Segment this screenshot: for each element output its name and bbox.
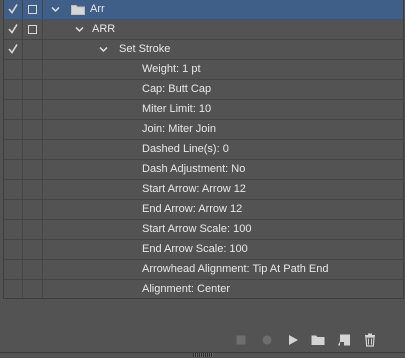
record-icon[interactable]: [260, 333, 274, 347]
action-label: Start Arrow: Arrow 12: [142, 183, 246, 195]
action-row[interactable]: Dashed Line(s): 0: [4, 140, 403, 160]
action-row[interactable]: Alignment: Center: [4, 280, 403, 298]
action-label: ARR: [92, 23, 116, 35]
toggle-item-cell[interactable]: [4, 200, 23, 219]
dialog-toggle-cell[interactable]: [23, 160, 43, 179]
action-label: Start Arrow Scale: 100: [142, 223, 252, 235]
action-label: Alignment: Center: [142, 283, 231, 295]
dialog-toggle-cell[interactable]: [23, 180, 43, 199]
dialog-toggle-cell[interactable]: [23, 40, 43, 59]
dialog-toggle-cell[interactable]: [23, 20, 43, 39]
action-row[interactable]: Dash Adjustment: No: [4, 160, 403, 180]
dialog-toggle-cell[interactable]: [23, 60, 43, 79]
folder-icon: [71, 5, 85, 15]
toggle-item-cell[interactable]: [4, 140, 23, 159]
action-row[interactable]: Arrowhead Alignment: Tip At Path End: [4, 260, 403, 280]
action-label: Dash Adjustment: No: [142, 163, 246, 175]
chevron-down-icon[interactable]: [51, 5, 60, 14]
action-label: Cap: Butt Cap: [142, 83, 212, 95]
checkmark-icon: [8, 44, 18, 54]
chevron-down-icon[interactable]: [75, 25, 84, 34]
dialog-toggle-cell[interactable]: [23, 120, 43, 139]
play-icon[interactable]: [286, 333, 300, 347]
toggle-item-cell[interactable]: [4, 40, 23, 59]
action-label: Set Stroke: [119, 43, 171, 55]
checkmark-icon: [8, 24, 18, 34]
toggle-item-cell[interactable]: [4, 280, 23, 298]
dialog-toggle-cell[interactable]: [23, 0, 43, 19]
action-row[interactable]: End Arrow Scale: 100: [4, 240, 403, 260]
dialog-toggle-cell[interactable]: [23, 240, 43, 259]
action-label: Miter Limit: 10: [142, 103, 212, 115]
action-row[interactable]: Set Stroke: [4, 40, 403, 60]
action-label: Arrowhead Alignment: Tip At Path End: [142, 263, 329, 275]
dialog-toggle-cell[interactable]: [23, 220, 43, 239]
toggle-item-cell[interactable]: [4, 20, 23, 39]
toggle-item-cell[interactable]: [4, 100, 23, 119]
action-row[interactable]: Weight: 1 pt: [4, 60, 403, 80]
action-row[interactable]: Miter Limit: 10: [4, 100, 403, 120]
new-action-icon[interactable]: [337, 333, 351, 347]
action-label: End Arrow Scale: 100: [142, 243, 248, 255]
trash-icon[interactable]: [363, 333, 377, 347]
toggle-item-cell[interactable]: [4, 240, 23, 259]
dialog-toggle-cell[interactable]: [23, 260, 43, 279]
stop-icon[interactable]: [234, 333, 248, 347]
actions-list[interactable]: Arr ARR Set Stroke Weight: 1 pt Cap: Butt Ca…: [3, 0, 404, 299]
dialog-box-icon: [28, 25, 37, 34]
folder-icon[interactable]: [311, 333, 325, 347]
action-label: Arr: [90, 3, 105, 15]
action-label: Dashed Line(s): 0: [142, 143, 229, 155]
action-row[interactable]: Join: Miter Join: [4, 120, 403, 140]
dialog-toggle-cell[interactable]: [23, 200, 43, 219]
checkmark-icon: [8, 4, 18, 14]
action-row[interactable]: Cap: Butt Cap: [4, 80, 403, 100]
chevron-down-icon[interactable]: [99, 45, 108, 54]
resize-grip[interactable]: [193, 353, 213, 357]
toggle-item-cell[interactable]: [4, 0, 23, 19]
toggle-item-cell[interactable]: [4, 180, 23, 199]
dialog-toggle-cell[interactable]: [23, 140, 43, 159]
toggle-item-cell[interactable]: [4, 160, 23, 179]
action-label: Weight: 1 pt: [142, 63, 201, 75]
toggle-item-cell[interactable]: [4, 60, 23, 79]
dialog-box-icon: [28, 5, 37, 14]
toggle-item-cell[interactable]: [4, 120, 23, 139]
actions-toolbar: [0, 328, 405, 352]
action-row[interactable]: Start Arrow Scale: 100: [4, 220, 403, 240]
toggle-item-cell[interactable]: [4, 220, 23, 239]
toggle-item-cell[interactable]: [4, 260, 23, 279]
dialog-toggle-cell[interactable]: [23, 100, 43, 119]
action-label: End Arrow: Arrow 12: [142, 203, 243, 215]
action-label: Join: Miter Join: [142, 123, 216, 135]
action-row[interactable]: Arr: [4, 0, 403, 20]
toggle-item-cell[interactable]: [4, 80, 23, 99]
dialog-toggle-cell[interactable]: [23, 80, 43, 99]
action-row[interactable]: Start Arrow: Arrow 12: [4, 180, 403, 200]
actions-panel: Arr ARR Set Stroke Weight: 1 pt Cap: Butt Ca…: [0, 0, 405, 358]
dialog-toggle-cell[interactable]: [23, 280, 43, 298]
action-row[interactable]: ARR: [4, 20, 403, 40]
action-row[interactable]: End Arrow: Arrow 12: [4, 200, 403, 220]
